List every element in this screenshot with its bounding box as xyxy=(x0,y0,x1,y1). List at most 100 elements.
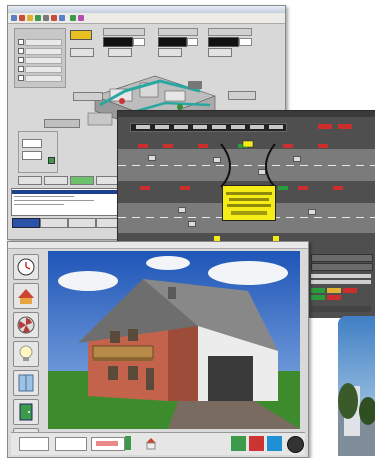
tab-active[interactable] xyxy=(12,218,40,228)
roof-icon xyxy=(18,289,34,304)
action-button[interactable] xyxy=(44,176,68,185)
input-field[interactable] xyxy=(22,151,42,160)
unit-field xyxy=(239,38,252,46)
lane-signal-red[interactable] xyxy=(318,144,328,148)
status-row xyxy=(311,306,371,312)
door-icon xyxy=(19,403,33,421)
checkbox[interactable] xyxy=(18,48,24,54)
scada-titlebar xyxy=(8,6,285,13)
fan-button[interactable] xyxy=(13,312,39,338)
alarm-indicator xyxy=(318,124,332,129)
log-row[interactable] xyxy=(14,200,94,201)
checkbox[interactable] xyxy=(18,75,24,81)
vehicle-icon[interactable] xyxy=(188,221,196,227)
door-button[interactable] xyxy=(13,399,39,425)
vehicle-icon[interactable] xyxy=(148,155,156,161)
tab[interactable] xyxy=(68,218,96,228)
vehicle-icon[interactable] xyxy=(178,207,186,213)
toolbar-icon[interactable] xyxy=(70,15,76,21)
lane-signal-red[interactable] xyxy=(140,186,150,190)
setpoint-readout xyxy=(91,437,125,451)
checkbox[interactable] xyxy=(18,57,24,63)
status-row xyxy=(311,280,371,284)
group-label xyxy=(208,28,252,36)
input-field[interactable] xyxy=(22,139,42,148)
lane-change-arrows xyxy=(220,140,276,188)
blue-action-button[interactable] xyxy=(267,436,282,451)
mode-option[interactable] xyxy=(25,75,62,82)
status-cell-yellow xyxy=(327,288,341,293)
traffic-titlebar xyxy=(118,111,375,117)
home-menubar xyxy=(8,242,308,249)
traffic-monitor-lower xyxy=(307,246,375,318)
value-display xyxy=(103,37,133,47)
status-row xyxy=(311,254,373,262)
vehicle-icon[interactable] xyxy=(308,209,316,215)
toolbar-icon[interactable] xyxy=(59,15,65,21)
lane-signal-red[interactable] xyxy=(138,144,148,148)
schematic-label xyxy=(228,91,256,100)
scada-toolbar xyxy=(8,13,285,24)
mode-option[interactable] xyxy=(25,66,62,73)
toolbar-icon[interactable] xyxy=(11,15,17,21)
lane-signal-red[interactable] xyxy=(180,186,190,190)
status-cell-red xyxy=(327,295,341,300)
house-icon[interactable] xyxy=(144,436,158,450)
control-button[interactable] xyxy=(158,48,182,57)
unit-field xyxy=(133,38,145,46)
toolbar-icon[interactable] xyxy=(43,15,49,21)
toolbar-icon[interactable] xyxy=(19,15,25,21)
lane-signal-red[interactable] xyxy=(163,144,173,148)
event-log xyxy=(11,188,123,216)
lane-signal-red[interactable] xyxy=(283,144,293,148)
log-row-selected[interactable] xyxy=(12,190,122,194)
fan-icon xyxy=(17,316,35,334)
sign-status-strip xyxy=(130,123,287,132)
value-display xyxy=(208,37,239,47)
clock-button[interactable] xyxy=(13,254,39,280)
temperature-readout xyxy=(55,437,87,451)
lane-signal-red[interactable] xyxy=(298,186,308,190)
action-button[interactable] xyxy=(70,176,94,185)
lightbulb-icon xyxy=(19,345,33,361)
house-scene xyxy=(48,251,300,429)
green-action-button[interactable] xyxy=(231,436,246,451)
window-button[interactable] xyxy=(13,370,39,396)
group-label xyxy=(158,28,198,36)
checkbox[interactable] xyxy=(18,66,24,72)
vehicle-icon[interactable] xyxy=(293,156,301,162)
status-row xyxy=(311,263,373,271)
status-indicator xyxy=(70,30,92,40)
roof-button[interactable] xyxy=(13,283,39,309)
checkbox[interactable] xyxy=(18,39,24,45)
log-row[interactable] xyxy=(14,204,64,205)
tab[interactable] xyxy=(40,218,68,228)
log-row[interactable] xyxy=(14,196,74,197)
control-button[interactable] xyxy=(70,48,94,57)
control-button[interactable] xyxy=(208,48,232,57)
red-action-button[interactable] xyxy=(249,436,264,451)
home-automation-window xyxy=(7,241,309,458)
status-led xyxy=(48,157,55,164)
lane-signal-red[interactable] xyxy=(333,186,343,190)
toolbar-icon[interactable] xyxy=(27,15,33,21)
setpoint-stepper[interactable] xyxy=(125,436,131,450)
home-status-bar xyxy=(11,432,305,455)
control-button[interactable] xyxy=(108,48,132,57)
toolbar-icon[interactable] xyxy=(35,15,41,21)
lane-signal-red[interactable] xyxy=(198,144,208,148)
mode-option[interactable] xyxy=(25,48,62,55)
mode-option[interactable] xyxy=(25,39,62,46)
power-icon[interactable] xyxy=(287,436,304,453)
light-button[interactable] xyxy=(13,341,39,367)
toolbar-icon[interactable] xyxy=(78,15,84,21)
toolbar-icon[interactable] xyxy=(51,15,57,21)
status-cell-red xyxy=(343,288,357,293)
group-label xyxy=(103,28,145,36)
incident-popup[interactable] xyxy=(222,185,276,221)
status-row xyxy=(311,274,371,278)
status-cell-green xyxy=(311,295,325,300)
action-button[interactable] xyxy=(18,176,42,185)
value-display xyxy=(158,37,187,47)
mode-option[interactable] xyxy=(25,57,62,64)
